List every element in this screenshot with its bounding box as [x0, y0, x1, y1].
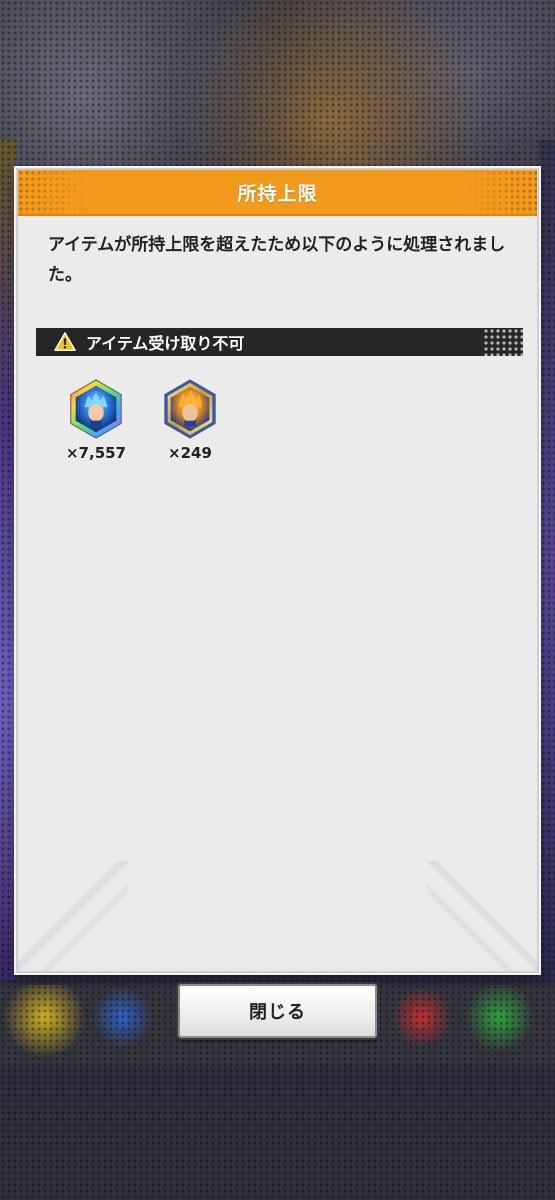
dialog-title: 所持上限	[237, 182, 318, 205]
corner-decoration	[18, 861, 128, 971]
list-item[interactable]: ×249	[158, 378, 222, 462]
section-header-bar: アイテム受け取り不可	[36, 328, 523, 356]
close-button-label: 閉じる	[249, 1002, 306, 1023]
background-right-edge	[539, 140, 555, 980]
close-button[interactable]: 閉じる	[178, 984, 377, 1038]
warning-icon	[54, 332, 76, 351]
item-quantity: ×7,557	[65, 444, 126, 462]
dialog-header: 所持上限	[18, 170, 537, 216]
list-item[interactable]: ×7,557	[64, 378, 128, 462]
item-quantity: ×249	[168, 444, 212, 462]
item-limit-dialog: 所持上限 アイテムが所持上限を超えたため以下のように処理されました。 アイテム受…	[16, 168, 539, 973]
section-label: アイテム受け取り不可	[86, 334, 245, 353]
dialog-message: アイテムが所持上限を超えたため以下のように処理されました。	[48, 235, 506, 285]
blue-hair-character-medal-icon	[70, 379, 122, 439]
background-left-edge	[0, 140, 16, 980]
item-list: ×7,557 ×249	[64, 378, 222, 462]
corner-decoration	[427, 861, 537, 971]
orange-hair-character-medal-icon	[164, 379, 216, 439]
